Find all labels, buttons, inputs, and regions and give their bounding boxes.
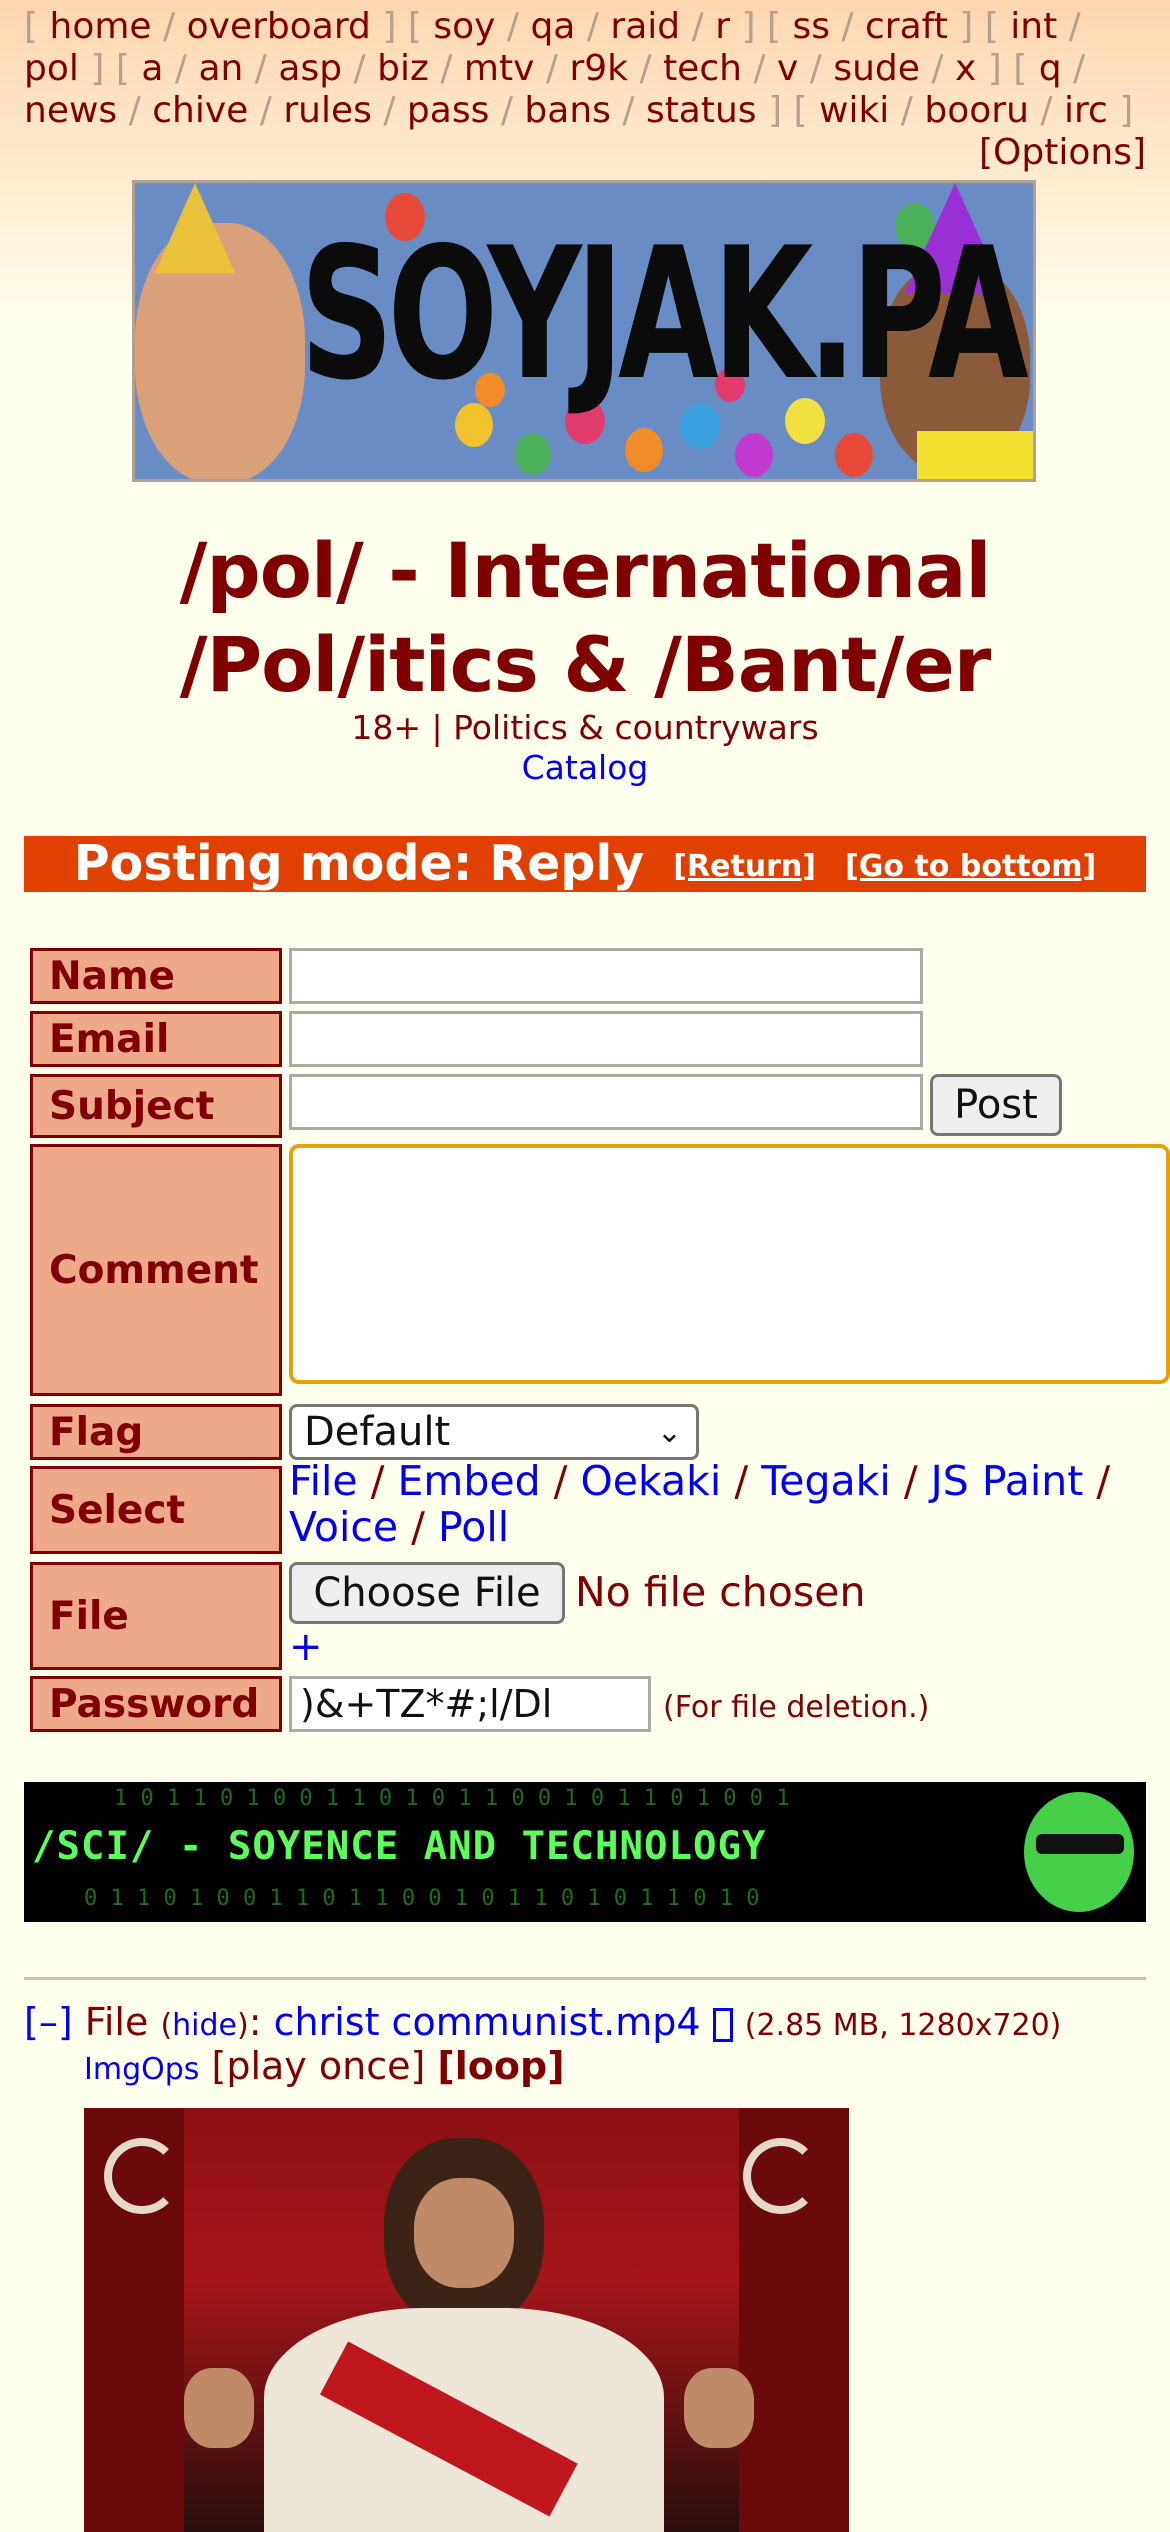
post-file-info: [–] File (hide): christ communist.mp4 (2…	[24, 2000, 1062, 2044]
catalog-link[interactable]: Catalog	[522, 748, 649, 787]
options-link[interactable]: [Options]	[979, 132, 1146, 173]
ad-banner-text: /SCI/ - SOYENCE AND TECHNOLOGY	[32, 1824, 767, 1869]
nav-int[interactable]: int	[1010, 6, 1057, 47]
nav-mtv[interactable]: mtv	[464, 48, 535, 89]
nav-biz[interactable]: biz	[377, 48, 429, 89]
file-name-link[interactable]: christ communist.mp4	[274, 2000, 701, 2044]
nav-a[interactable]: a	[141, 48, 163, 89]
nav-an[interactable]: an	[198, 48, 243, 89]
nav-r[interactable]: r	[715, 6, 730, 47]
attachment-type-links: File / Embed / Oekaki / Tegaki / JS Pain…	[289, 1457, 1111, 1551]
fist-right-shape	[684, 2368, 754, 2448]
flag-label: Flag	[30, 1404, 282, 1460]
collapse-post-button[interactable]: [–]	[24, 2000, 73, 2044]
name-label: Name	[30, 948, 282, 1004]
matrix-rain-decoration: 1 0 1 1 0 1 0 0 1 1 0 1 0 1 1 0 0 1 0 1 …	[114, 1786, 790, 1811]
fist-left-shape	[184, 2368, 254, 2448]
balloon-shape	[835, 433, 873, 477]
posting-mode-bar: Posting mode: Reply [Return] [Go to bott…	[24, 836, 1146, 892]
board-ad-banner[interactable]: 1 0 1 1 0 1 0 0 1 1 0 1 0 1 1 0 0 1 0 1 …	[24, 1782, 1146, 1922]
post-file-actions: ImgOps [play once] [loop]	[84, 2044, 565, 2088]
select-embed-link[interactable]: Embed	[398, 1457, 541, 1505]
matrix-rain-decoration: 0 1 1 0 1 0 0 1 1 0 1 1 0 0 1 0 1 1 0 1 …	[84, 1886, 760, 1911]
nav-status[interactable]: status	[646, 90, 757, 131]
nav-irc[interactable]: irc	[1064, 90, 1108, 131]
comment-label: Comment	[30, 1144, 282, 1396]
sunglasses-icon	[1036, 1834, 1124, 1854]
file-meta: (2.85 MB, 1280x720)	[744, 2008, 1062, 2043]
choose-file-button[interactable]: Choose File	[289, 1562, 565, 1624]
play-once-toggle[interactable]: [play once]	[212, 2044, 426, 2088]
nav-tech[interactable]: tech	[663, 48, 742, 89]
board-title: /pol/ - International /Pol/itics & /Bant…	[179, 526, 992, 709]
balloon-shape	[735, 433, 773, 477]
nav-qa[interactable]: qa	[530, 6, 575, 47]
nav-q[interactable]: q	[1039, 48, 1062, 89]
hammer-sickle-icon	[104, 2138, 180, 2214]
nav-booru[interactable]: booru	[924, 90, 1029, 131]
file-word: File	[84, 2000, 149, 2044]
file-label: File	[30, 1562, 282, 1670]
return-link[interactable]: [Return]	[673, 849, 816, 884]
select-label: Select	[30, 1466, 282, 1554]
post-button[interactable]: Post	[930, 1074, 1062, 1136]
nav-raid[interactable]: raid	[610, 6, 680, 47]
balloon-shape	[515, 433, 551, 475]
nav-ss[interactable]: ss	[792, 6, 830, 47]
password-label: Password	[30, 1676, 282, 1732]
loop-toggle[interactable]: [loop]	[437, 2044, 564, 2088]
flag-select-value: Default	[304, 1409, 451, 1455]
select-oekaki-link[interactable]: Oekaki	[581, 1457, 722, 1505]
email-field[interactable]	[289, 1011, 923, 1067]
party-hat-icon	[155, 183, 235, 273]
site-banner[interactable]: SOYJAK.PARTY	[132, 180, 1036, 482]
nav-bans[interactable]: bans	[524, 90, 610, 131]
figure-face-shape	[414, 2178, 514, 2288]
post-video-thumbnail[interactable]	[84, 2108, 849, 2532]
nav-v[interactable]: v	[777, 48, 798, 89]
nav-pass[interactable]: pass	[407, 90, 489, 131]
nav-wiki[interactable]: wiki	[819, 90, 889, 131]
subject-label: Subject	[30, 1074, 282, 1138]
download-icon[interactable]	[712, 2007, 733, 2042]
nav-soy[interactable]: soy	[433, 6, 495, 47]
add-file-link[interactable]: +	[289, 1624, 323, 1670]
hammer-sickle-icon	[743, 2138, 819, 2214]
chevron-down-icon: ⌄	[656, 1414, 682, 1450]
nav-overboard[interactable]: overboard	[187, 6, 371, 47]
name-field[interactable]	[289, 948, 923, 1004]
shirt-shape	[917, 431, 1033, 479]
select-jspaint-link[interactable]: JS Paint	[931, 1457, 1084, 1505]
nav-chive[interactable]: chive	[152, 90, 248, 131]
select-tegaki-link[interactable]: Tegaki	[761, 1457, 891, 1505]
divider	[24, 1977, 1146, 1980]
posting-mode-label: Posting mode: Reply	[73, 835, 645, 892]
nav-news[interactable]: news	[24, 90, 117, 131]
password-field[interactable]: )&+TZ*#;l/Dl	[289, 1676, 651, 1732]
select-file-link[interactable]: File	[289, 1457, 358, 1505]
no-file-chosen-text: No file chosen	[575, 1568, 866, 1616]
imgops-link[interactable]: ImgOps	[84, 2052, 199, 2087]
select-voice-link[interactable]: Voice	[289, 1503, 398, 1551]
select-poll-link[interactable]: Poll	[438, 1503, 509, 1551]
subject-field[interactable]	[289, 1074, 923, 1130]
comment-textarea[interactable]	[289, 1144, 1170, 1384]
nav-x[interactable]: x	[955, 48, 976, 89]
board-subtitle: 18+ | Politics & countrywars	[351, 708, 819, 747]
go-to-bottom-link[interactable]: [Go to bottom]	[845, 849, 1096, 884]
nav-pol[interactable]: pol	[24, 48, 79, 89]
balloon-shape	[625, 428, 663, 472]
nav-sude[interactable]: sude	[833, 48, 920, 89]
hide-file-link[interactable]: hide	[172, 2008, 237, 2043]
board-navigation: [ home / overboard ] [ soy / qa / raid /…	[24, 6, 1134, 131]
nav-r9k[interactable]: r9k	[569, 48, 628, 89]
nav-asp[interactable]: asp	[278, 48, 342, 89]
nav-home[interactable]: home	[50, 6, 152, 47]
nav-rules[interactable]: rules	[283, 90, 372, 131]
nav-craft[interactable]: craft	[865, 6, 948, 47]
email-label: Email	[30, 1011, 282, 1067]
banner-title: SOYJAK.PARTY	[300, 207, 1033, 421]
password-note: (For file deletion.)	[663, 1690, 930, 1725]
flag-select[interactable]: Default ⌄	[289, 1404, 699, 1460]
